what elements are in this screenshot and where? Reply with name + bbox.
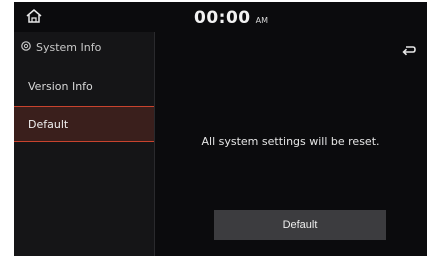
clock-ampm: AM bbox=[255, 16, 268, 25]
clock-time: 00:00 bbox=[194, 8, 251, 28]
sidebar-title-label: System Info bbox=[36, 41, 102, 54]
default-button[interactable]: Default bbox=[214, 210, 386, 240]
sidebar-item-label: Version Info bbox=[28, 79, 93, 93]
sidebar-item-version-info[interactable]: Version Info bbox=[14, 68, 154, 104]
gear-icon bbox=[20, 40, 32, 55]
home-icon bbox=[25, 8, 43, 28]
back-arrow-icon bbox=[401, 43, 417, 62]
sidebar-item-label: Default bbox=[28, 117, 69, 131]
sidebar-title: System Info bbox=[20, 40, 101, 55]
reset-message: All system settings will be reset. bbox=[201, 135, 380, 148]
home-button[interactable] bbox=[20, 6, 48, 30]
sidebar-item-default[interactable]: Default bbox=[14, 106, 154, 142]
status-bar: 00:00 AM bbox=[14, 2, 427, 32]
infotainment-screen: 00:00 AM System Info Version Info Defaul… bbox=[14, 2, 427, 256]
clock: 00:00 AM bbox=[194, 8, 268, 28]
back-button[interactable] bbox=[399, 42, 419, 62]
sidebar: System Info Version Info Default bbox=[14, 32, 154, 256]
